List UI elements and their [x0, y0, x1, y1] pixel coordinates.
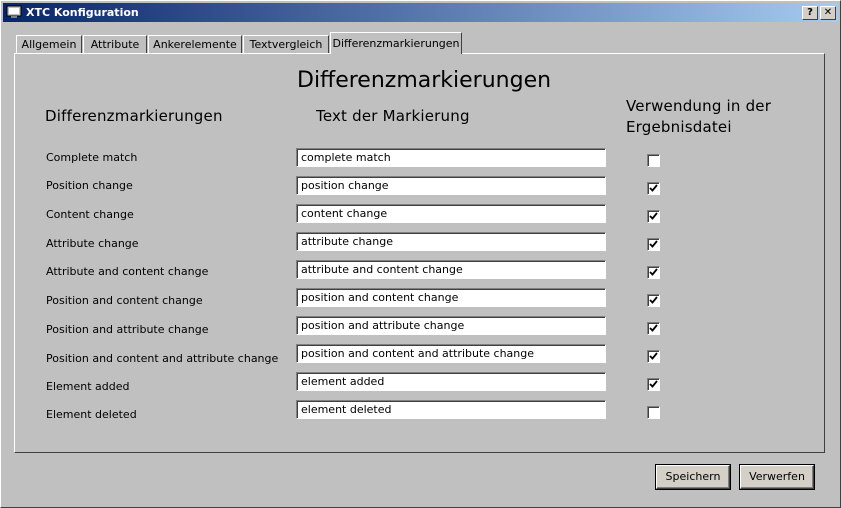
text-field-element-deleted[interactable]: element deleted — [296, 400, 606, 419]
checkmark-icon — [649, 380, 658, 388]
checkmark-icon — [649, 296, 658, 304]
text-field-element-added[interactable]: element added — [296, 372, 606, 391]
row-label-content-change: Content change — [46, 208, 134, 221]
row-label-element-added: Element added — [46, 380, 130, 393]
window-title: XTC Konfiguration — [26, 6, 139, 19]
row-label-position-change: Position change — [46, 179, 133, 192]
tab-ankerelemente[interactable]: Ankerelemente — [148, 35, 242, 54]
column-header-usage-line2: Ergebnisdatei — [626, 118, 732, 136]
checkmark-icon — [649, 212, 658, 220]
text-field-complete-match[interactable]: complete match — [296, 148, 606, 167]
checkmark-icon — [649, 240, 658, 248]
checkbox-position-content-attribute-change[interactable] — [647, 350, 660, 363]
tab-textvergleich[interactable]: Textvergleich — [243, 35, 329, 54]
checkmark-icon — [649, 324, 658, 332]
tab-attribute[interactable]: Attribute — [83, 35, 147, 54]
text-field-position-content-change[interactable]: position and content change — [296, 288, 606, 307]
row-label-element-deleted: Element deleted — [46, 408, 137, 421]
checkbox-content-change[interactable] — [647, 210, 660, 223]
checkbox-position-attribute-change[interactable] — [647, 322, 660, 335]
checkbox-attribute-change[interactable] — [647, 238, 660, 251]
row-label-position-attribute-change: Position and attribute change — [46, 323, 209, 336]
row-label-complete-match: Complete match — [46, 151, 138, 164]
column-header-markings: Differenzmarkierungen — [45, 107, 223, 125]
text-field-position-change[interactable]: position change — [296, 176, 606, 195]
text-field-position-attribute-change[interactable]: position and attribute change — [296, 316, 606, 335]
checkbox-position-change[interactable] — [647, 182, 660, 195]
checkbox-element-added[interactable] — [647, 378, 660, 391]
checkmark-icon — [649, 268, 658, 276]
panel-heading: Differenzmarkierungen — [297, 68, 552, 93]
tab-allgemein[interactable]: Allgemein — [16, 35, 82, 54]
help-button[interactable]: ? — [802, 6, 818, 20]
checkbox-attribute-content-change[interactable] — [647, 266, 660, 279]
text-field-content-change[interactable]: content change — [296, 204, 606, 223]
row-label-position-content-change: Position and content change — [46, 294, 203, 307]
text-field-attribute-change[interactable]: attribute change — [296, 232, 606, 251]
checkmark-icon — [649, 352, 658, 360]
checkbox-element-deleted[interactable] — [647, 406, 660, 419]
row-label-attribute-change: Attribute change — [46, 237, 139, 250]
close-button[interactable]: ✕ — [820, 6, 836, 20]
text-field-position-content-attribute-change[interactable]: position and content and attribute chang… — [296, 344, 606, 363]
discard-button[interactable]: Verwerfen — [739, 464, 815, 490]
save-button[interactable]: Speichern — [655, 464, 731, 490]
title-bar[interactable]: XTC Konfiguration ? ✕ — [3, 3, 838, 22]
checkmark-icon — [649, 184, 658, 192]
column-header-usage-line1: Verwendung in der — [626, 97, 772, 115]
row-label-position-content-attribute-change: Position and content and attribute chang… — [46, 352, 279, 365]
checkbox-position-content-change[interactable] — [647, 294, 660, 307]
text-field-attribute-content-change[interactable]: attribute and content change — [296, 260, 606, 279]
app-icon — [6, 5, 22, 18]
tab-differenzmarkierungen[interactable]: Differenzmarkierungen — [330, 32, 462, 54]
column-header-marking-text: Text der Markierung — [316, 107, 470, 125]
row-label-attribute-content-change: Attribute and content change — [46, 265, 209, 278]
checkbox-complete-match[interactable] — [647, 154, 660, 167]
